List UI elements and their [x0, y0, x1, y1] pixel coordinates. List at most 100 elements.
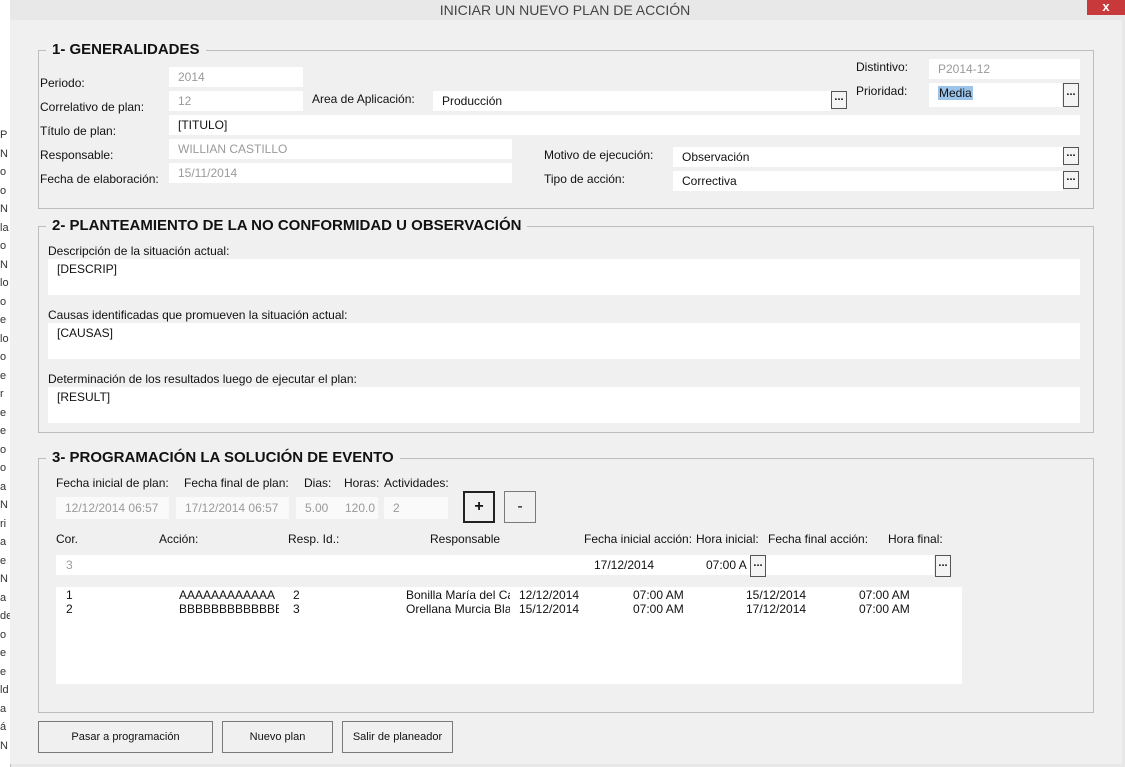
table-row[interactable]: 1 AAAAAAAAAAAA 2 Bonilla María del Car 12/12…	[56, 588, 962, 602]
prioridad-field[interactable]: Media	[929, 83, 1062, 107]
background-window-letter: lo	[0, 277, 9, 289]
distintivo-label: Distintivo:	[856, 60, 909, 74]
background-window-letter: N	[0, 203, 8, 215]
cell-fecha-ini: 12/12/2014	[519, 588, 580, 602]
background-window-letter: e	[0, 647, 7, 659]
area-lookup-button[interactable]: ...	[831, 91, 847, 109]
background-window-letter: o	[0, 462, 7, 474]
background-window-letter: N	[0, 573, 8, 585]
planteamiento-legend: 2- PLANTEAMIENTO DE LA NO CONFORMIDAD U …	[46, 217, 528, 234]
background-window-letter: e	[0, 314, 7, 326]
cell-fecha-ini: 15/12/2014	[519, 602, 580, 616]
entry-hora-inicial-field[interactable]: 07:00 A	[696, 555, 750, 575]
background-window-letter: la	[0, 221, 9, 234]
background-window-letter: N	[0, 499, 8, 511]
background-window-letter: á	[0, 721, 7, 733]
area-field[interactable]: Producción	[433, 91, 831, 111]
background-window-letter: a	[0, 591, 7, 604]
generalidades-legend: 1- GENERALIDADES	[46, 41, 206, 58]
window-title: INICIAR UN NUEVO PLAN DE ACCIÓN	[439, 2, 691, 18]
distintivo-field[interactable]: P2014-12	[929, 59, 1080, 79]
correlativo-label: Correlativo de plan:	[40, 100, 145, 114]
descripcion-label: Descripción de la situación actual:	[48, 244, 230, 258]
background-window-letter: ri	[0, 517, 7, 530]
background-window-letter: o	[0, 166, 7, 178]
fecha-elaboracion-label: Fecha de elaboración:	[40, 172, 159, 186]
cell-cor: 2	[66, 602, 73, 616]
horas-field[interactable]: 120.0	[336, 497, 378, 519]
fecha-elaboracion-field[interactable]: 15/11/2014	[169, 163, 512, 183]
background-window-letter: o	[0, 295, 7, 308]
cell-hora-fin: 07:00 AM	[859, 588, 910, 602]
motivo-lookup-button[interactable]: ...	[1063, 147, 1079, 165]
cell-fecha-fin: 15/12/2014	[746, 588, 807, 602]
col-header-resp-id: Resp. Id.:	[288, 532, 340, 546]
background-window-letter: lo	[0, 332, 9, 345]
descripcion-textarea[interactable]: [DESCRIP]	[48, 259, 1080, 295]
background-window-letter: P	[0, 129, 8, 141]
titulo-field[interactable]: [TITULO]	[169, 115, 1080, 135]
actividades-field[interactable]: 2	[384, 497, 448, 519]
background-window-letter: ld	[0, 684, 9, 696]
dias-field[interactable]: 5.00	[296, 497, 336, 519]
entry-cor-field[interactable]: 3	[56, 555, 156, 575]
background-window-letter: e	[0, 554, 7, 567]
background-window-letter: a	[0, 536, 7, 548]
causas-label: Causas identificadas que promueven la si…	[48, 308, 348, 322]
col-header-fecha-final: Fecha final acción:	[768, 532, 869, 546]
col-header-hora-final: Hora final:	[888, 532, 943, 546]
activities-list[interactable]: 1 AAAAAAAAAAAA 2 Bonilla María del Car 12/12…	[56, 587, 962, 684]
prioridad-selected-text: Media	[938, 86, 973, 100]
table-row[interactable]: 2 BBBBBBBBBBBBBB 3 Orellana Murcia Blar 15/1…	[56, 602, 962, 616]
periodo-field[interactable]: 2014	[169, 67, 303, 87]
cell-hora-ini: 07:00 AM	[633, 588, 684, 602]
fecha-final-plan-label: Fecha final de plan:	[184, 476, 289, 490]
fecha-final-plan-field[interactable]: 17/12/2014 06:57	[176, 497, 289, 519]
cell-fecha-fin: 17/12/2014	[746, 602, 807, 616]
causas-textarea[interactable]: [CAUSAS]	[48, 323, 1080, 359]
background-window-letter: o	[0, 443, 7, 456]
cell-resp-id: 2	[293, 588, 300, 602]
responsable-field[interactable]: WILLIAN CASTILLO	[169, 139, 512, 159]
fecha-inicial-plan-field[interactable]: 12/12/2014 06:57	[56, 497, 169, 519]
background-window-letter: de	[0, 610, 13, 622]
background-window-letter: N	[0, 739, 8, 752]
col-header-accion: Acción:	[159, 532, 199, 546]
salir-planeador-button[interactable]: Salir de planeador	[342, 721, 453, 753]
tipo-accion-label: Tipo de acción:	[544, 172, 625, 186]
cell-accion: BBBBBBBBBBBBBB	[179, 602, 279, 616]
cell-accion: AAAAAAAAAAAA	[179, 588, 276, 602]
col-header-fecha-inicial: Fecha inicial acción:	[584, 532, 693, 546]
actividades-label: Actividades:	[384, 476, 449, 490]
correlativo-field[interactable]: 12	[169, 91, 303, 111]
dias-label: Dias:	[304, 476, 332, 490]
fecha-inicial-plan-label: Fecha inicial de plan:	[56, 476, 169, 490]
cell-resp-id: 3	[293, 602, 300, 616]
horas-label: Horas:	[344, 476, 380, 490]
prioridad-lookup-button[interactable]: ...	[1063, 83, 1079, 107]
motivo-label: Motivo de ejecución:	[544, 148, 654, 162]
responsable-label: Responsable:	[40, 148, 114, 162]
hora-final-lookup-button[interactable]: ...	[935, 555, 951, 577]
background-window-letter: e	[0, 369, 7, 382]
add-activity-button[interactable]: +	[463, 491, 495, 523]
resultados-textarea[interactable]: [RESULT]	[48, 387, 1080, 423]
nuevo-plan-button[interactable]: Nuevo plan	[222, 721, 333, 753]
tipo-accion-field[interactable]: Correctiva	[673, 171, 1063, 191]
entry-hora-final-field[interactable]	[880, 555, 934, 575]
tipo-accion-lookup-button[interactable]: ...	[1063, 171, 1079, 189]
cell-responsable: Bonilla María del Car	[406, 588, 510, 602]
pasar-programacion-button[interactable]: Pasar a programación	[38, 721, 213, 753]
titulo-label: Título de plan:	[40, 124, 117, 138]
entry-fecha-inicial-field[interactable]: 17/12/2014	[586, 555, 686, 575]
close-button[interactable]: x	[1087, 0, 1125, 15]
periodo-label: Periodo:	[40, 76, 85, 90]
col-header-cor: Cor.	[56, 532, 79, 546]
motivo-field[interactable]: Observación	[673, 147, 1063, 167]
remove-activity-button[interactable]: -	[504, 491, 536, 523]
prioridad-label: Prioridad:	[856, 84, 908, 98]
background-window-letter: o	[0, 184, 7, 197]
hora-inicial-lookup-button[interactable]: ...	[750, 555, 766, 577]
background-window-letter: e	[0, 425, 7, 437]
background-window-letter: e	[0, 406, 7, 419]
